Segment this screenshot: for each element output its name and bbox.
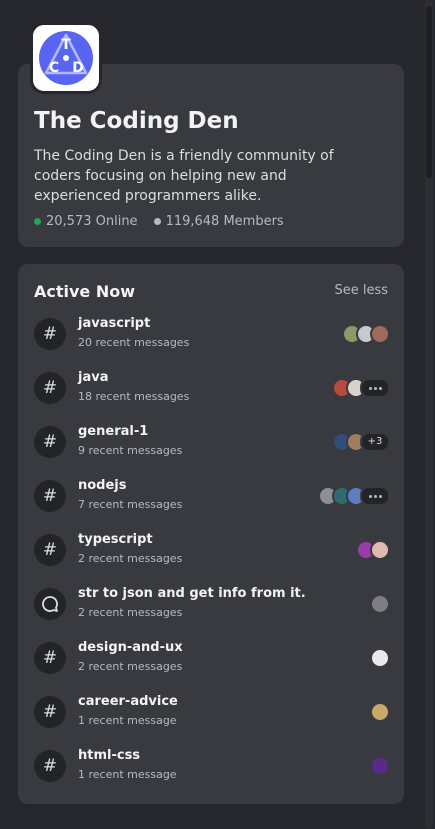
avatar [370, 540, 390, 560]
channel-row[interactable]: # html-css 1 recent message [34, 748, 390, 788]
active-user-avatars [356, 540, 390, 560]
logo-letter-c: C [49, 60, 59, 76]
active-user-avatars [370, 594, 390, 614]
online-count: 20,573 Online [46, 214, 138, 229]
thread-bubble-icon [34, 588, 66, 620]
channel-message-count: 20 recent messages [78, 336, 190, 349]
channel-name: html-css [78, 748, 141, 763]
channel-message-count: 1 recent message [78, 768, 177, 781]
hash-icon: # [34, 372, 66, 404]
channel-name: java [78, 370, 109, 385]
channel-name: general-1 [78, 424, 149, 439]
members-dot-icon [153, 218, 161, 225]
more-users-ellipsis-icon [360, 378, 390, 398]
see-less-button[interactable]: See less [334, 283, 388, 298]
active-user-avatars [342, 324, 390, 344]
channel-row[interactable]: # career-advice 1 recent message [34, 694, 390, 734]
hash-icon: # [34, 696, 66, 728]
channel-message-count: 7 recent messages [78, 498, 183, 511]
channel-name: career-advice [78, 694, 178, 709]
hash-icon: # [34, 318, 66, 350]
channel-message-count: 2 recent messages [78, 606, 183, 619]
hash-icon: # [34, 642, 66, 674]
avatar [370, 324, 390, 344]
active-now-title: Active Now [34, 282, 136, 301]
channel-name: design-and-ux [78, 640, 183, 655]
channel-row[interactable]: # design-and-ux 2 recent messages [34, 640, 390, 680]
scrollbar[interactable] [425, 0, 433, 829]
channel-row[interactable]: str to json and get info from it. 2 recen… [34, 586, 390, 626]
logo-letter-t: T [61, 37, 71, 53]
avatar [370, 756, 390, 776]
channel-name: nodejs [78, 478, 127, 493]
channel-name: typescript [78, 532, 153, 547]
server-description: The Coding Den is a friendly community o… [34, 148, 334, 204]
server-logo-icon: T C D [39, 31, 93, 85]
avatar [370, 594, 390, 614]
active-user-avatars [370, 702, 390, 722]
avatar [370, 702, 390, 722]
server-name: The Coding Den [34, 108, 239, 134]
channel-message-count: 18 recent messages [78, 390, 190, 403]
channel-message-count: 9 recent messages [78, 444, 183, 457]
active-user-avatars: +3 [332, 432, 390, 452]
channel-name: javascript [78, 316, 151, 331]
active-user-avatars [318, 486, 390, 506]
logo-letter-d: D [72, 60, 84, 76]
scrollbar-thumb[interactable] [426, 6, 432, 178]
hash-icon: # [34, 750, 66, 782]
channel-message-count: 1 recent message [78, 714, 177, 727]
channel-row[interactable]: # javascript 20 recent messages [34, 316, 390, 356]
channel-message-count: 2 recent messages [78, 552, 183, 565]
active-user-avatars [370, 756, 390, 776]
more-users-ellipsis-icon [360, 486, 390, 506]
member-count: 119,648 Members [165, 214, 284, 229]
channel-row[interactable]: # java 18 recent messages [34, 370, 390, 410]
hash-icon: # [34, 534, 66, 566]
channel-row[interactable]: # general-1 9 recent messages +3 [34, 424, 390, 464]
avatar [370, 648, 390, 668]
active-user-avatars [370, 648, 390, 668]
channel-row[interactable]: # nodejs 7 recent messages [34, 478, 390, 518]
more-users-count: +3 [360, 432, 390, 452]
channel-row[interactable]: # typescript 2 recent messages [34, 532, 390, 572]
server-stats: 20,573 Online 119,648 Members [34, 214, 284, 229]
hash-icon: # [34, 426, 66, 458]
active-user-avatars [332, 378, 390, 398]
hash-icon: # [34, 480, 66, 512]
channel-name: str to json and get info from it. [78, 586, 306, 601]
online-status-dot-icon [34, 218, 41, 225]
channel-message-count: 2 recent messages [78, 660, 183, 673]
server-icon: T C D [30, 22, 102, 94]
